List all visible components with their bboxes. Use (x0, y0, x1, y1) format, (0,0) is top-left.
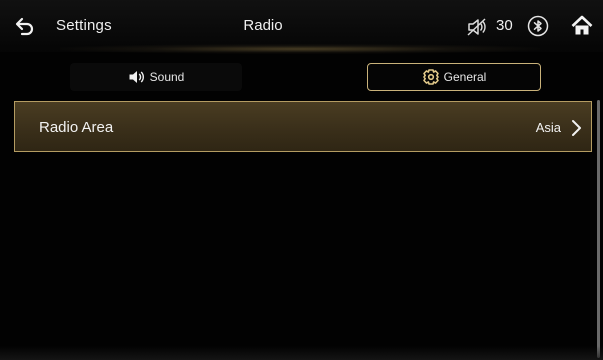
mute-button[interactable] (466, 17, 488, 37)
bluetooth-icon (527, 15, 549, 37)
top-bar-glow (60, 44, 540, 54)
speaker-muted-icon (467, 18, 486, 36)
tab-general-label: General (443, 70, 487, 84)
settings-row-value: Asia (535, 120, 561, 135)
back-arrow-icon (15, 17, 34, 36)
home-button[interactable] (570, 14, 594, 38)
tab-sound[interactable]: Sound (70, 63, 242, 91)
volume-level: 30 (496, 17, 513, 34)
home-icon (571, 15, 593, 35)
tab-sound-label: Sound (149, 70, 185, 84)
settings-row-label: Radio Area (39, 119, 114, 136)
section-title: Settings (56, 17, 112, 34)
speaker-icon (128, 69, 146, 85)
bluetooth-button[interactable] (527, 15, 549, 37)
radio-settings-screen: Settings Radio 30 Sound General Radio Ar… (0, 0, 603, 360)
page-title: Radio (243, 17, 283, 34)
settings-list: Radio Area Asia (14, 101, 592, 360)
tab-general[interactable]: General (367, 63, 541, 91)
settings-row-radio-area[interactable]: Radio Area Asia (14, 101, 592, 152)
back-button[interactable] (14, 15, 36, 37)
chevron-right-icon (572, 120, 581, 136)
bottom-edge (0, 346, 603, 360)
scrollbar[interactable] (597, 100, 600, 358)
gear-icon (422, 69, 440, 85)
top-bar: Settings Radio 30 (0, 0, 603, 54)
